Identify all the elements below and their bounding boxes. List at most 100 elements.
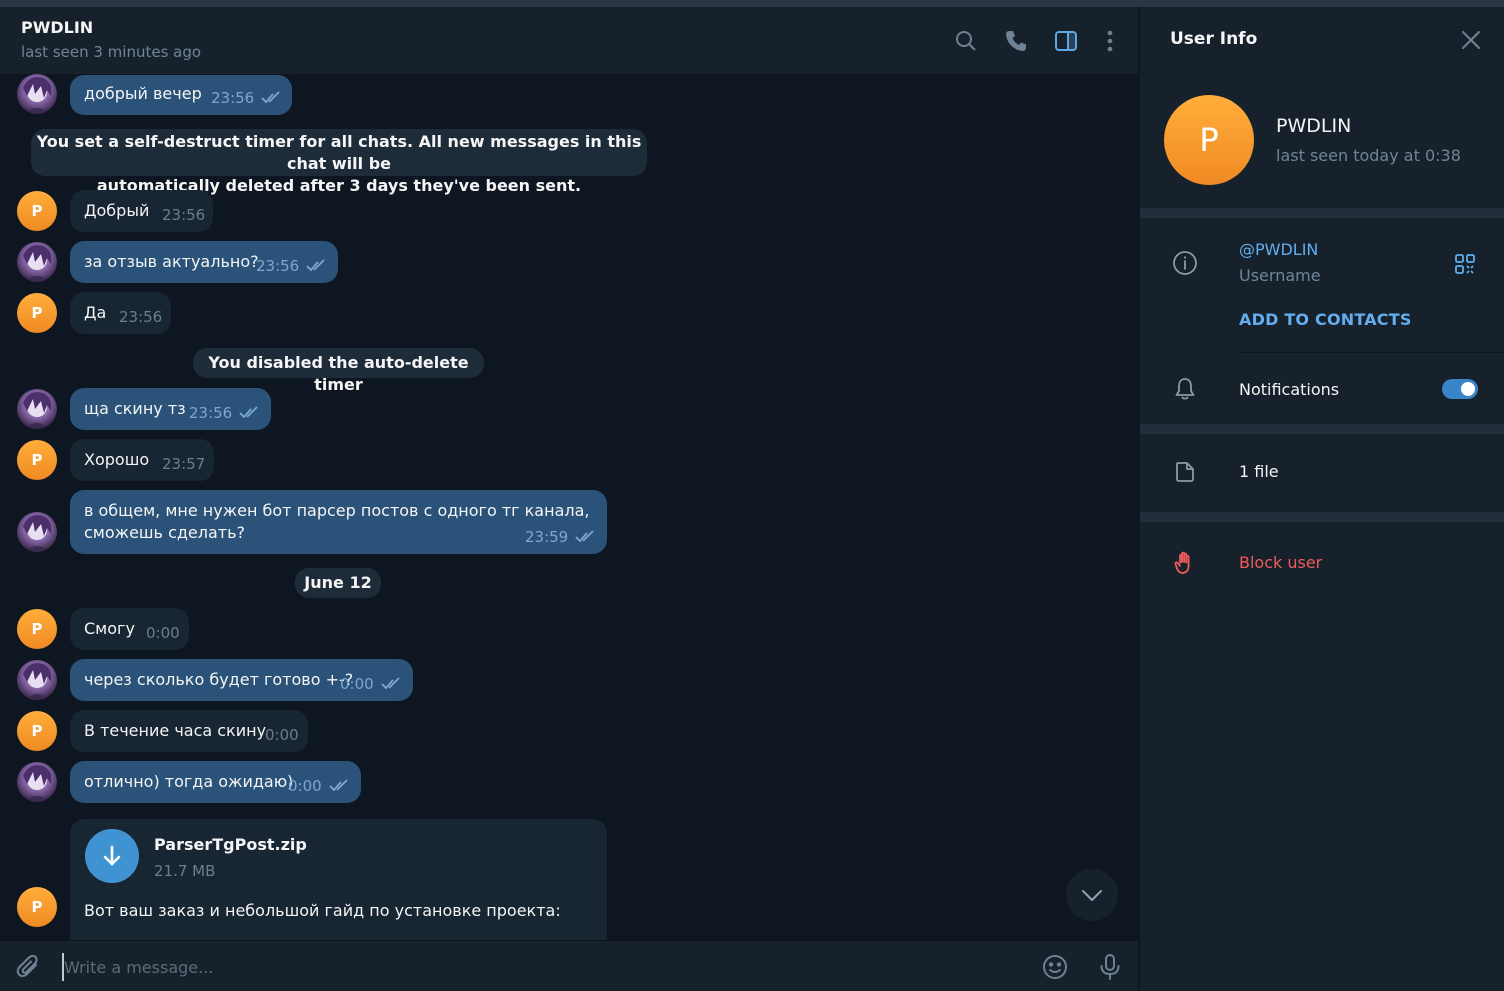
message-text: В течение часа скину — [84, 721, 267, 740]
message-text-line: сможешь сделать? — [84, 523, 246, 542]
message-time: 23:56 — [119, 308, 163, 326]
read-checkmarks-icon — [381, 677, 405, 691]
message-bubble-incoming[interactable]: Да 23:56 — [70, 292, 171, 334]
add-to-contacts-button[interactable]: ADD TO CONTACTS — [1239, 310, 1412, 329]
message-input[interactable] — [62, 953, 1006, 981]
read-checkmarks-icon — [306, 259, 330, 273]
sidebar-toggle-icon[interactable] — [1053, 28, 1079, 54]
section-divider — [1140, 424, 1504, 434]
profile-last-seen: last seen today at 0:38 — [1276, 146, 1461, 165]
search-icon[interactable] — [953, 28, 979, 54]
notifications-toggle[interactable] — [1442, 379, 1478, 399]
message-bubble-file[interactable]: ParserTgPost.zip 21.7 MB Вот ваш заказ и… — [70, 819, 607, 940]
avatar[interactable] — [17, 74, 57, 114]
message-list[interactable]: добрый вечер 23:56 You set a self-destru… — [0, 74, 1138, 940]
emoji-icon[interactable] — [1041, 953, 1069, 981]
more-vertical-icon[interactable] — [1097, 28, 1123, 54]
block-hand-icon — [1172, 550, 1198, 576]
qr-code-icon[interactable] — [1453, 252, 1477, 276]
avatar[interactable]: P — [17, 609, 57, 649]
microphone-icon[interactable] — [1096, 953, 1124, 981]
avatar[interactable] — [17, 242, 57, 282]
username-label: Username — [1239, 266, 1321, 285]
avatar[interactable] — [17, 660, 57, 700]
read-checkmarks-icon — [575, 530, 599, 544]
attach-icon[interactable] — [15, 953, 43, 981]
message-text: Смогу — [84, 619, 135, 638]
close-icon[interactable] — [1458, 27, 1484, 53]
phone-icon[interactable] — [1003, 28, 1029, 54]
message-text: отлично) тогда ожидаю) — [84, 772, 294, 791]
download-button[interactable] — [85, 829, 139, 883]
message-time: 23:56 — [256, 257, 300, 275]
service-message: You set a self-destruct timer for all ch… — [31, 129, 647, 195]
message-text: Хорошо — [84, 450, 150, 469]
message-bubble-incoming[interactable]: В течение часа скину 0:00 — [70, 710, 308, 752]
message-bubble-incoming[interactable]: Смогу 0:00 — [70, 608, 189, 650]
message-text: Добрый — [84, 201, 150, 220]
message-bubble-incoming[interactable]: Добрый 23:56 — [70, 190, 213, 232]
avatar[interactable]: P — [17, 191, 57, 231]
info-icon — [1172, 250, 1198, 276]
chat-status: last seen 3 minutes ago — [21, 43, 202, 61]
read-checkmarks-icon — [261, 91, 285, 105]
chat-area: PWDLIN last seen 3 minutes ago добрый ве… — [0, 7, 1138, 991]
message-time: 23:59 — [525, 528, 569, 546]
message-time: 23:56 — [162, 206, 206, 224]
message-bubble-outgoing[interactable]: в общем, мне нужен бот парсер постов с о… — [70, 490, 607, 554]
message-time: 0:00 — [340, 675, 374, 693]
bell-icon — [1172, 376, 1198, 402]
profile-avatar[interactable]: P — [1164, 95, 1254, 185]
message-bubble-outgoing[interactable]: через сколько будет готово +-? 0:00 — [70, 659, 413, 701]
avatar[interactable] — [17, 762, 57, 802]
message-text: ща скину тз — [84, 399, 186, 418]
message-text-line: в общем, мне нужен бот парсер постов с о… — [84, 501, 590, 520]
avatar[interactable] — [17, 389, 57, 429]
avatar[interactable]: P — [17, 293, 57, 333]
message-time: 0:00 — [288, 777, 322, 795]
message-text: за отзыв актуально? — [84, 252, 259, 271]
chevron-down-icon — [1082, 890, 1102, 901]
message-text: добрый вечер — [84, 84, 202, 103]
section-divider — [1140, 512, 1504, 522]
chat-title[interactable]: PWDLIN — [21, 18, 93, 37]
message-bubble-outgoing[interactable]: добрый вечер 23:56 — [70, 75, 292, 115]
message-time: 23:56 — [189, 404, 233, 422]
message-bubble-outgoing[interactable]: за отзыв актуально? 23:56 — [70, 241, 338, 283]
avatar[interactable]: P — [17, 711, 57, 751]
username-link[interactable]: @PWDLIN — [1239, 240, 1318, 259]
file-icon — [1172, 459, 1198, 485]
message-bubble-incoming[interactable]: Хорошо 23:57 — [70, 439, 214, 481]
message-time: 0:00 — [265, 726, 299, 744]
message-time: 23:56 — [211, 89, 255, 107]
read-checkmarks-icon — [329, 779, 353, 793]
block-user-button[interactable]: Block user — [1239, 553, 1322, 572]
shared-files-item[interactable]: 1 file — [1239, 462, 1279, 481]
service-text-line: You set a self-destruct timer for all ch… — [36, 132, 642, 173]
service-message: You disabled the auto-delete timer — [193, 348, 484, 394]
scroll-to-bottom-button[interactable] — [1066, 869, 1118, 921]
toggle-knob — [1459, 380, 1477, 398]
message-bubble-outgoing[interactable]: ща скину тз 23:56 — [70, 388, 271, 430]
user-info-panel: User Info P PWDLIN last seen today at 0:… — [1140, 7, 1504, 991]
profile-name: PWDLIN — [1276, 115, 1352, 137]
chat-header[interactable]: PWDLIN last seen 3 minutes ago — [0, 7, 1138, 74]
file-size: 21.7 MB — [154, 862, 216, 880]
divider — [1239, 352, 1504, 353]
message-composer — [0, 940, 1138, 991]
message-time: 0:00 — [146, 624, 180, 642]
notifications-label: Notifications — [1239, 380, 1340, 399]
file-name[interactable]: ParserTgPost.zip — [154, 835, 307, 854]
date-text: June 12 — [304, 573, 372, 592]
message-bubble-outgoing[interactable]: отлично) тогда ожидаю) 0:00 — [70, 761, 361, 803]
message-text: Вот ваш заказ и небольшой гайд по устано… — [84, 901, 561, 920]
avatar[interactable]: P — [17, 440, 57, 480]
download-arrow-icon — [103, 845, 121, 866]
read-checkmarks-icon — [239, 406, 263, 420]
window-top-border — [0, 0, 1504, 7]
panel-title: User Info — [1170, 29, 1258, 49]
message-text: Да — [84, 303, 107, 322]
avatar[interactable] — [17, 512, 57, 552]
message-time: 23:57 — [162, 455, 206, 473]
avatar[interactable]: P — [17, 887, 57, 927]
